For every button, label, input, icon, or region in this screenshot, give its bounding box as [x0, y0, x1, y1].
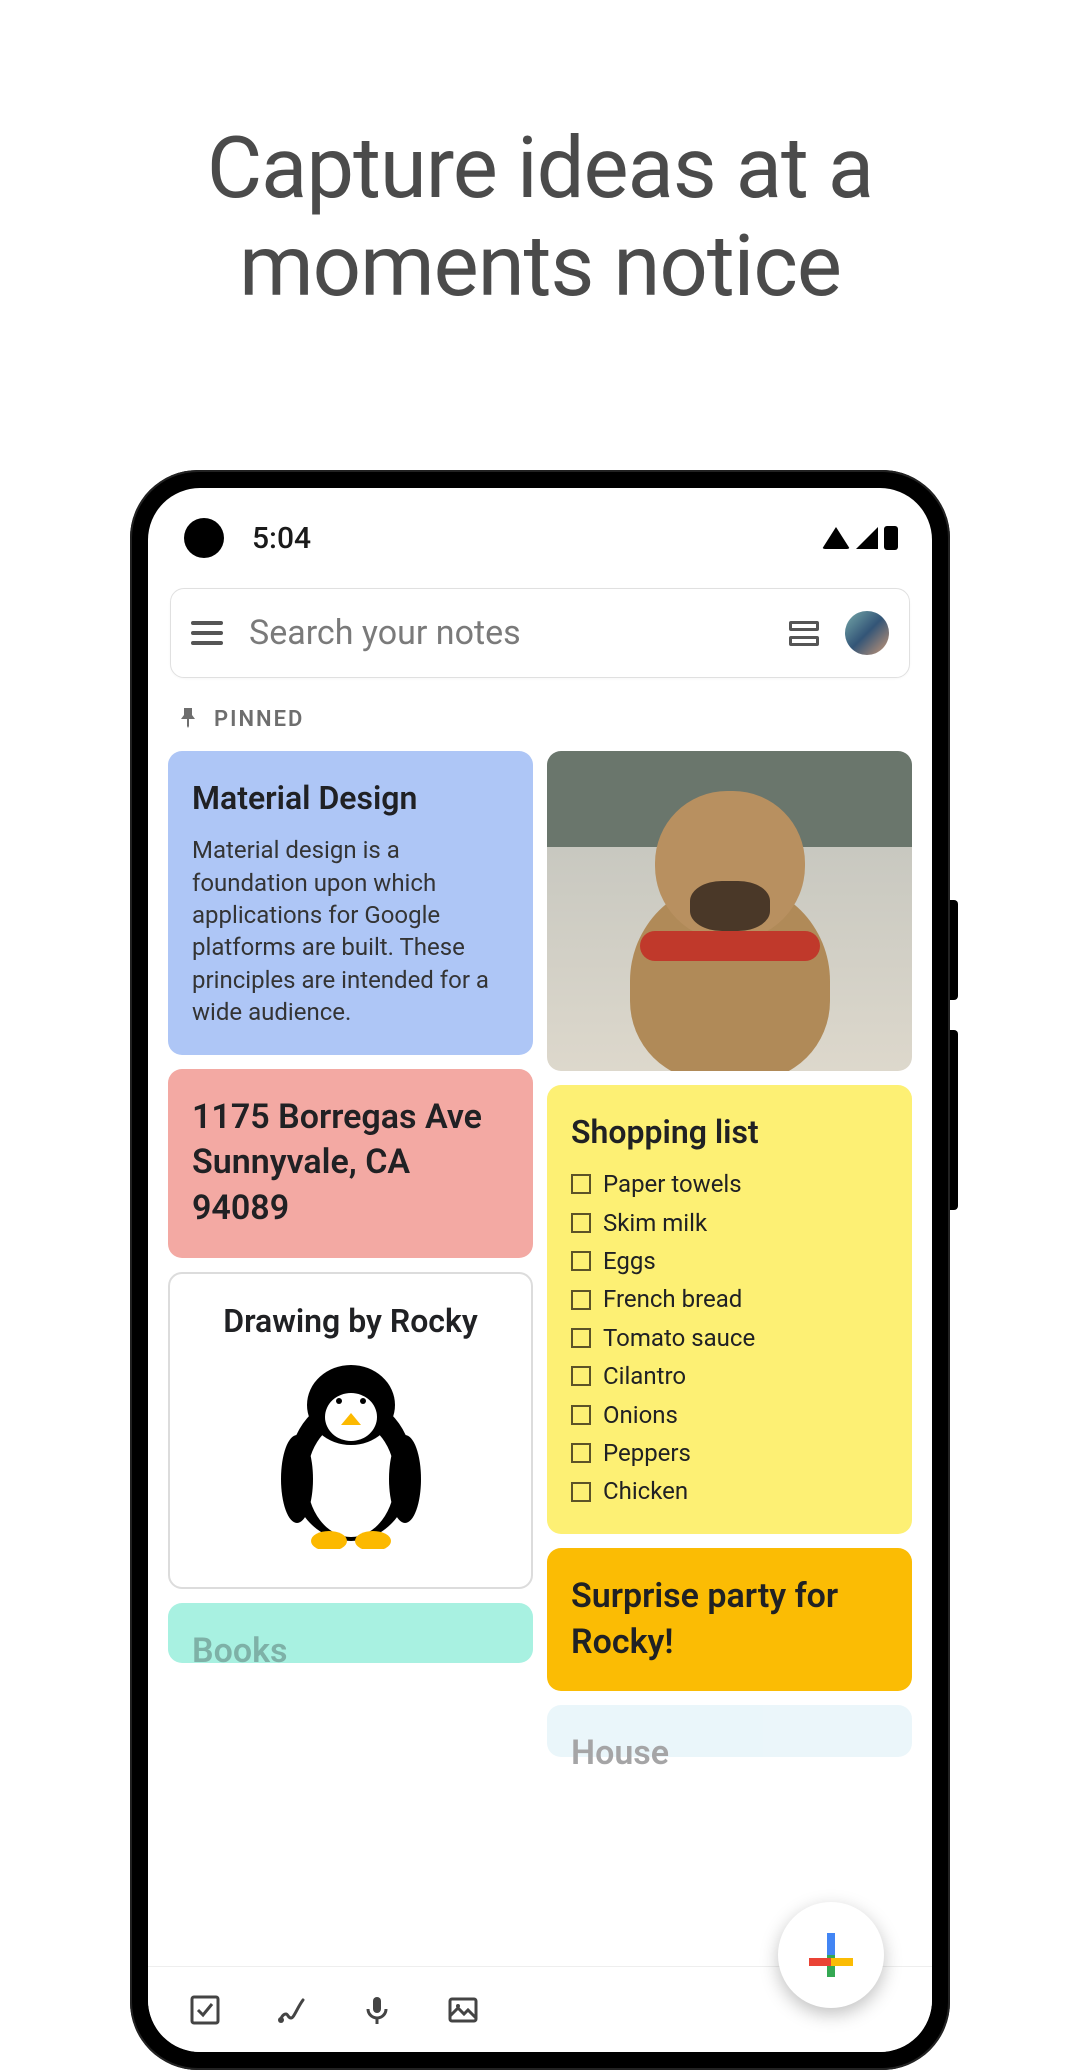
checklist-item-label: Peppers — [603, 1437, 691, 1469]
note-surprise-party[interactable]: Surprise party for Rocky! — [547, 1548, 912, 1692]
note-drawing[interactable]: Drawing by Rocky — [168, 1272, 533, 1589]
cellular-icon — [856, 527, 878, 549]
new-image-note-icon[interactable] — [446, 1993, 480, 2027]
checklist-item[interactable]: Skim milk — [571, 1207, 888, 1239]
checkbox-icon[interactable] — [571, 1174, 591, 1194]
checklist-item[interactable]: Tomato sauce — [571, 1322, 888, 1354]
note-title: Surprise party for Rocky! — [571, 1574, 888, 1666]
checkbox-icon[interactable] — [571, 1251, 591, 1271]
note-title: Drawing by Rocky — [194, 1300, 507, 1343]
checkbox-icon[interactable] — [571, 1328, 591, 1348]
note-address[interactable]: 1175 Borregas Ave Sunnyvale, CA 94089 — [168, 1069, 533, 1259]
pinned-section-label: PINNED — [214, 707, 304, 732]
note-title: Material Design — [192, 777, 509, 820]
search-bar[interactable]: Search your notes — [170, 588, 910, 678]
checkbox-icon[interactable] — [571, 1213, 591, 1233]
create-note-fab[interactable] — [778, 1902, 884, 2008]
note-title: House — [571, 1731, 888, 1777]
battery-icon — [884, 526, 898, 550]
note-title: 1175 Borregas Ave Sunnyvale, CA 94089 — [192, 1095, 509, 1233]
dog-photo — [547, 751, 912, 1071]
checklist-item-label: Tomato sauce — [603, 1322, 755, 1354]
checklist-item-label: French bread — [603, 1283, 742, 1315]
note-title: Books — [192, 1629, 509, 1675]
account-avatar[interactable] — [845, 611, 889, 655]
checklist-item[interactable]: Chicken — [571, 1475, 888, 1507]
note-dog-photo[interactable] — [547, 751, 912, 1071]
note-books[interactable]: Books — [168, 1603, 533, 1663]
plus-icon — [809, 1933, 853, 1977]
checklist-item[interactable]: Paper towels — [571, 1168, 888, 1200]
status-bar: 5:04 — [148, 488, 932, 588]
phone-screen: 5:04 Search your notes PINNED Material D… — [148, 488, 932, 2052]
note-shopping-list[interactable]: Shopping list Paper towels Skim milk Eggs F… — [547, 1085, 912, 1534]
checklist-item-label: Cilantro — [603, 1360, 686, 1392]
checklist-item-label: Skim milk — [603, 1207, 707, 1239]
status-icons — [822, 526, 898, 550]
new-checklist-icon[interactable] — [188, 1993, 222, 2027]
checklist-item[interactable]: Onions — [571, 1399, 888, 1431]
phone-mockup-frame: 5:04 Search your notes PINNED Material D… — [130, 470, 950, 2070]
checklist-item[interactable]: Peppers — [571, 1437, 888, 1469]
notes-column-left: Material Design Material design is a fou… — [168, 751, 533, 1757]
wifi-icon — [822, 527, 850, 549]
new-voice-note-icon[interactable] — [360, 1993, 394, 2027]
status-time: 5:04 — [252, 521, 311, 556]
note-title: Shopping list — [571, 1111, 888, 1154]
notes-column-right: Shopping list Paper towels Skim milk Eggs F… — [547, 751, 912, 1757]
drawing-image — [194, 1347, 507, 1561]
checklist-item-label: Chicken — [603, 1475, 688, 1507]
hamburger-menu-icon[interactable] — [191, 621, 223, 645]
checklist-item-label: Eggs — [603, 1245, 656, 1277]
new-drawing-icon[interactable] — [274, 1993, 308, 2027]
checklist-item[interactable]: Eggs — [571, 1245, 888, 1277]
note-body: Material design is a foundation upon whi… — [192, 834, 509, 1028]
checkbox-icon[interactable] — [571, 1290, 591, 1310]
checklist: Paper towels Skim milk Eggs French bread Tom… — [571, 1168, 888, 1508]
note-material-design[interactable]: Material Design Material design is a fou… — [168, 751, 533, 1055]
checkbox-icon[interactable] — [571, 1366, 591, 1386]
view-toggle-icon[interactable] — [789, 621, 819, 646]
checkbox-icon[interactable] — [571, 1405, 591, 1425]
checkbox-icon[interactable] — [571, 1443, 591, 1463]
checkbox-icon[interactable] — [571, 1482, 591, 1502]
note-house[interactable]: House — [547, 1705, 912, 1757]
phone-side-button — [950, 900, 958, 1000]
phone-side-button — [950, 1030, 958, 1210]
checklist-item[interactable]: French bread — [571, 1283, 888, 1315]
checklist-item[interactable]: Cilantro — [571, 1360, 888, 1392]
pinned-section-header: PINNED — [148, 678, 932, 751]
checklist-item-label: Paper towels — [603, 1168, 742, 1200]
pin-icon — [178, 706, 198, 733]
checklist-item-label: Onions — [603, 1399, 678, 1431]
promo-headline: Capture ideas at a moments notice — [0, 0, 1080, 316]
search-input[interactable]: Search your notes — [249, 613, 763, 653]
camera-hole — [184, 518, 224, 558]
notes-grid: Material Design Material design is a fou… — [148, 751, 932, 1757]
